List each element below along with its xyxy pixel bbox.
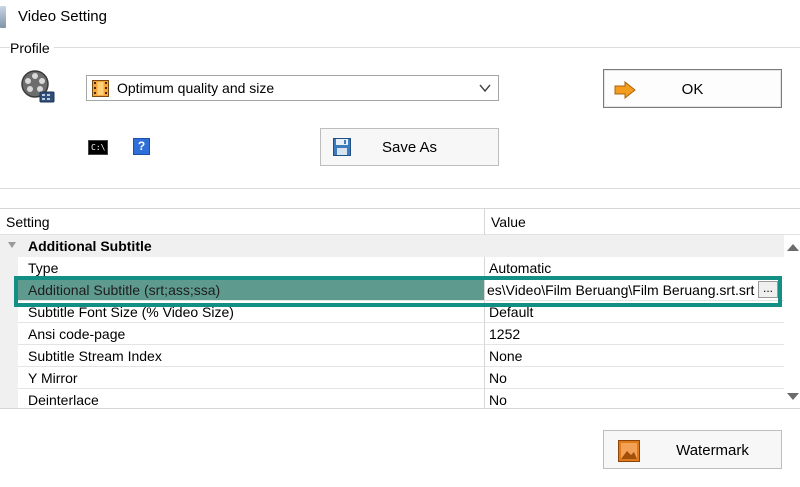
category-label: Additional Subtitle bbox=[28, 238, 152, 254]
setting-name: Ansi code-page bbox=[28, 326, 126, 342]
column-header-setting[interactable]: Setting bbox=[6, 214, 50, 230]
grid-row-subtitle-stream-index[interactable]: Subtitle Stream Index None bbox=[0, 345, 784, 367]
column-divider[interactable] bbox=[484, 209, 485, 235]
film-reel-icon bbox=[21, 70, 55, 103]
scroll-up-icon[interactable] bbox=[787, 244, 799, 251]
film-strip-icon bbox=[92, 80, 109, 97]
setting-value: Default bbox=[489, 304, 534, 320]
setting-value: Automatic bbox=[489, 260, 552, 276]
setting-name: Y Mirror bbox=[28, 370, 78, 386]
profile-group-label: Profile bbox=[10, 40, 54, 56]
collapse-triangle-icon[interactable] bbox=[8, 242, 16, 248]
save-as-button-label: Save As bbox=[381, 139, 438, 156]
setting-value: 1252 bbox=[489, 326, 521, 342]
subtitle-path-input[interactable]: es\Video\Film Beruang\Film Beruang.srt.s… bbox=[487, 282, 754, 298]
help-icon[interactable]: ? bbox=[133, 138, 150, 155]
row-gutter bbox=[0, 367, 18, 389]
title-bar: Video Setting bbox=[0, 0, 800, 36]
app-icon bbox=[0, 6, 6, 28]
profile-dropdown-value: Optimum quality and size bbox=[117, 80, 275, 96]
watermark-button-label: Watermark bbox=[676, 442, 749, 459]
ok-button-label: OK bbox=[681, 81, 704, 98]
setting-name: Type bbox=[28, 260, 59, 276]
watermark-button[interactable]: Watermark bbox=[603, 430, 782, 469]
grid-header: Setting Value bbox=[0, 209, 800, 235]
window-title: Video Setting bbox=[18, 8, 107, 25]
category-additional-subtitle[interactable]: Additional Subtitle bbox=[0, 235, 784, 257]
profile-dropdown[interactable]: Optimum quality and size bbox=[86, 75, 499, 101]
setting-name: Subtitle Font Size (% Video Size) bbox=[28, 304, 234, 320]
row-gutter bbox=[0, 279, 18, 301]
row-gutter bbox=[0, 301, 18, 323]
column-header-value[interactable]: Value bbox=[491, 214, 526, 230]
grid-row-subtitle-font-size[interactable]: Subtitle Font Size (% Video Size) Defaul… bbox=[0, 301, 784, 323]
grid-row-type[interactable]: Type Automatic bbox=[0, 257, 784, 279]
setting-name: Additional Subtitle (srt;ass;ssa) bbox=[28, 282, 221, 298]
scroll-down-icon[interactable] bbox=[787, 393, 799, 400]
setting-name: Deinterlace bbox=[28, 392, 99, 408]
save-as-button[interactable]: Save As bbox=[320, 128, 499, 166]
grid-row-y-mirror[interactable]: Y Mirror No bbox=[0, 367, 784, 389]
grid-row-ansi-code-page[interactable]: Ansi code-page 1252 bbox=[0, 323, 784, 345]
grid-row-deinterlace[interactable]: Deinterlace No bbox=[0, 389, 784, 409]
vertical-scrollbar[interactable] bbox=[784, 235, 800, 409]
row-gutter bbox=[0, 345, 18, 367]
command-line-icon[interactable]: C:\ bbox=[88, 140, 108, 155]
setting-name: Subtitle Stream Index bbox=[28, 348, 162, 364]
browse-button[interactable]: ... bbox=[758, 281, 778, 298]
setting-value: No bbox=[489, 370, 507, 386]
ok-button[interactable]: OK bbox=[603, 69, 782, 108]
chevron-down-icon bbox=[479, 84, 491, 93]
settings-grid: Setting Value Additional Subtitle Type A… bbox=[0, 208, 800, 409]
row-gutter bbox=[0, 257, 18, 279]
setting-value: None bbox=[489, 348, 523, 364]
divider bbox=[0, 408, 800, 409]
row-gutter bbox=[0, 389, 18, 409]
row-gutter bbox=[0, 323, 18, 345]
grid-row-additional-subtitle[interactable]: Additional Subtitle (srt;ass;ssa) es\Vid… bbox=[0, 279, 784, 301]
setting-value: No bbox=[489, 392, 507, 408]
